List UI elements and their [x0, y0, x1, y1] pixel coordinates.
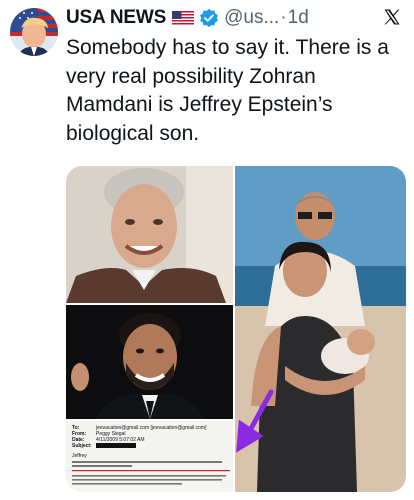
- x-logo-icon[interactable]: [382, 7, 402, 27]
- author-handle[interactable]: @us...: [224, 7, 279, 29]
- doc-date-value: 4/11/2009 5:07:02 AM: [96, 437, 145, 443]
- doc-subject-label: Subject:: [72, 443, 92, 449]
- doc-labels: To: From: Date: Subject:: [72, 425, 92, 449]
- photo-man-in-sweater[interactable]: [66, 166, 233, 303]
- photo-man-in-sweater-image: [66, 166, 233, 303]
- post-header: USA NEWS @us... · 1d: [66, 6, 406, 30]
- photo-smiling-man-in-suit-image: [66, 305, 233, 419]
- media-grid[interactable]: To: From: Date: Subject: jeevacation@gma…: [66, 166, 406, 492]
- post-text: Somebody has to say it. There is a very …: [66, 36, 389, 145]
- avatar-image: [10, 8, 58, 56]
- photo-smiling-man-in-suit[interactable]: [66, 305, 233, 419]
- doc-body-lines: [72, 461, 230, 485]
- avatar[interactable]: [10, 8, 58, 56]
- verified-badge-icon: [200, 8, 219, 28]
- doc-values: jeevacation@gmail.com [jeevacation@gmail…: [96, 425, 206, 448]
- photo-beach-woman-with-baby[interactable]: [235, 166, 406, 492]
- us-flag-icon: [172, 10, 195, 26]
- separator-dot: ·: [280, 7, 287, 28]
- post-timestamp[interactable]: 1d: [288, 7, 309, 29]
- doc-redaction-bar: [96, 443, 136, 448]
- author-name[interactable]: USA NEWS: [66, 7, 166, 29]
- email-document[interactable]: To: From: Date: Subject: jeevacation@gma…: [66, 421, 233, 492]
- doc-greeting: Jeffrey: [72, 453, 87, 459]
- photo-beach-woman-with-baby-image: [235, 166, 406, 492]
